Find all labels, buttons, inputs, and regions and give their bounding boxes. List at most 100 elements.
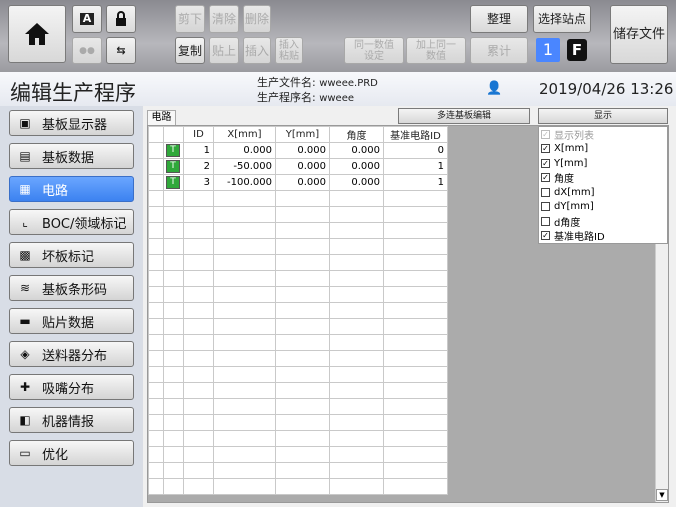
add-same-value-button[interactable]: 加上同一 数值: [406, 37, 466, 64]
connection-button[interactable]: ⇆: [106, 37, 136, 64]
empty-cell[interactable]: [383, 238, 448, 255]
cell-y[interactable]: 0.000: [275, 174, 330, 191]
empty-cell[interactable]: [383, 478, 448, 495]
empty-cell[interactable]: [163, 414, 184, 431]
empty-cell[interactable]: [275, 446, 330, 463]
empty-cell[interactable]: [383, 430, 448, 447]
sidebar-item-6[interactable]: ▬ 贴片数据: [9, 308, 134, 334]
table-row[interactable]: [148, 222, 448, 239]
empty-cell[interactable]: [183, 318, 214, 335]
empty-cell[interactable]: [275, 398, 330, 415]
empty-cell[interactable]: [329, 270, 384, 287]
empty-cell[interactable]: [148, 318, 164, 335]
empty-cell[interactable]: [329, 286, 384, 303]
empty-cell[interactable]: [213, 222, 276, 239]
display-button[interactable]: 显示: [538, 108, 668, 124]
column-header[interactable]: 角度: [329, 126, 384, 143]
empty-cell[interactable]: [148, 366, 164, 383]
clear-button[interactable]: 清除: [209, 5, 239, 33]
sidebar-item-5[interactable]: ≋ 基板条形码: [9, 275, 134, 301]
display-option[interactable]: d角度: [539, 214, 667, 229]
table-row[interactable]: [148, 270, 448, 287]
table-row[interactable]: [148, 318, 448, 335]
table-row[interactable]: [148, 462, 448, 479]
cell-id[interactable]: 3: [183, 174, 214, 191]
empty-cell[interactable]: [275, 302, 330, 319]
empty-cell[interactable]: [329, 414, 384, 431]
display-option[interactable]: ✓ 角度: [539, 171, 667, 185]
table-row[interactable]: T 3 -100.000 0.000 0.000 1: [148, 174, 448, 191]
type-badge[interactable]: T: [166, 176, 180, 189]
empty-cell[interactable]: [275, 478, 330, 495]
empty-cell[interactable]: [213, 478, 276, 495]
cell-x[interactable]: -50.000: [213, 158, 276, 175]
same-value-button[interactable]: 同一数值 设定: [344, 37, 404, 64]
table-row[interactable]: [148, 382, 448, 399]
cell-x[interactable]: 0.000: [213, 142, 276, 159]
user-settings-icon[interactable]: 👤: [486, 81, 502, 96]
empty-cell[interactable]: [329, 206, 384, 223]
empty-cell[interactable]: [213, 350, 276, 367]
display-option[interactable]: ✓ X[mm]: [539, 142, 667, 157]
empty-cell[interactable]: [383, 334, 448, 351]
empty-cell[interactable]: [213, 414, 276, 431]
table-row[interactable]: [148, 206, 448, 223]
empty-cell[interactable]: [183, 382, 214, 399]
checkbox[interactable]: ✓: [541, 144, 550, 154]
station-letter-badge[interactable]: F: [567, 39, 587, 61]
empty-cell[interactable]: [329, 350, 384, 367]
empty-cell[interactable]: [383, 398, 448, 415]
empty-cell[interactable]: [183, 478, 214, 495]
cell-y[interactable]: 0.000: [275, 158, 330, 175]
checkbox[interactable]: [541, 187, 550, 197]
empty-cell[interactable]: [163, 382, 184, 399]
table-row[interactable]: [148, 414, 448, 431]
lock-button[interactable]: [106, 5, 136, 33]
station-number-badge[interactable]: 1: [536, 38, 560, 62]
empty-cell[interactable]: [383, 286, 448, 303]
row-selector[interactable]: [148, 158, 164, 175]
empty-cell[interactable]: [383, 318, 448, 335]
empty-cell[interactable]: [148, 414, 164, 431]
empty-cell[interactable]: [163, 270, 184, 287]
display-option[interactable]: dY[mm]: [539, 200, 667, 215]
empty-cell[interactable]: [275, 462, 330, 479]
sidebar-item-0[interactable]: ▣ 基板显示器: [9, 110, 134, 136]
empty-cell[interactable]: [148, 302, 164, 319]
empty-cell[interactable]: [148, 350, 164, 367]
empty-cell[interactable]: [383, 206, 448, 223]
table-row[interactable]: [148, 286, 448, 303]
insert-button[interactable]: 插入: [243, 37, 271, 64]
empty-cell[interactable]: [275, 318, 330, 335]
cut-button[interactable]: 剪下: [175, 5, 205, 33]
empty-cell[interactable]: [148, 206, 164, 223]
organize-button[interactable]: 整理: [470, 5, 528, 33]
table-row[interactable]: [148, 366, 448, 383]
row-selector[interactable]: [148, 174, 164, 191]
users-button[interactable]: ●●: [72, 37, 102, 64]
cell-base[interactable]: 0: [383, 142, 448, 159]
cell-angle[interactable]: 0.000: [329, 174, 384, 191]
table-row[interactable]: [148, 398, 448, 415]
empty-cell[interactable]: [383, 350, 448, 367]
empty-cell[interactable]: [329, 190, 384, 207]
cell-angle[interactable]: 0.000: [329, 158, 384, 175]
empty-cell[interactable]: [148, 398, 164, 415]
table-row[interactable]: [148, 238, 448, 255]
empty-cell[interactable]: [383, 302, 448, 319]
column-header[interactable]: [148, 126, 164, 143]
empty-cell[interactable]: [329, 334, 384, 351]
empty-cell[interactable]: [183, 270, 214, 287]
table-row[interactable]: [148, 302, 448, 319]
empty-cell[interactable]: [183, 366, 214, 383]
cell-y[interactable]: 0.000: [275, 142, 330, 159]
checkbox[interactable]: [541, 202, 550, 212]
empty-cell[interactable]: [183, 430, 214, 447]
sidebar-item-8[interactable]: ✚ 吸嘴分布: [9, 374, 134, 400]
insert-paste-button[interactable]: 插入 粘贴: [275, 37, 303, 64]
column-header[interactable]: [163, 126, 184, 143]
empty-cell[interactable]: [148, 286, 164, 303]
empty-cell[interactable]: [275, 286, 330, 303]
cell-base[interactable]: 1: [383, 158, 448, 175]
sidebar-item-9[interactable]: ◧ 机器情报: [9, 407, 134, 433]
